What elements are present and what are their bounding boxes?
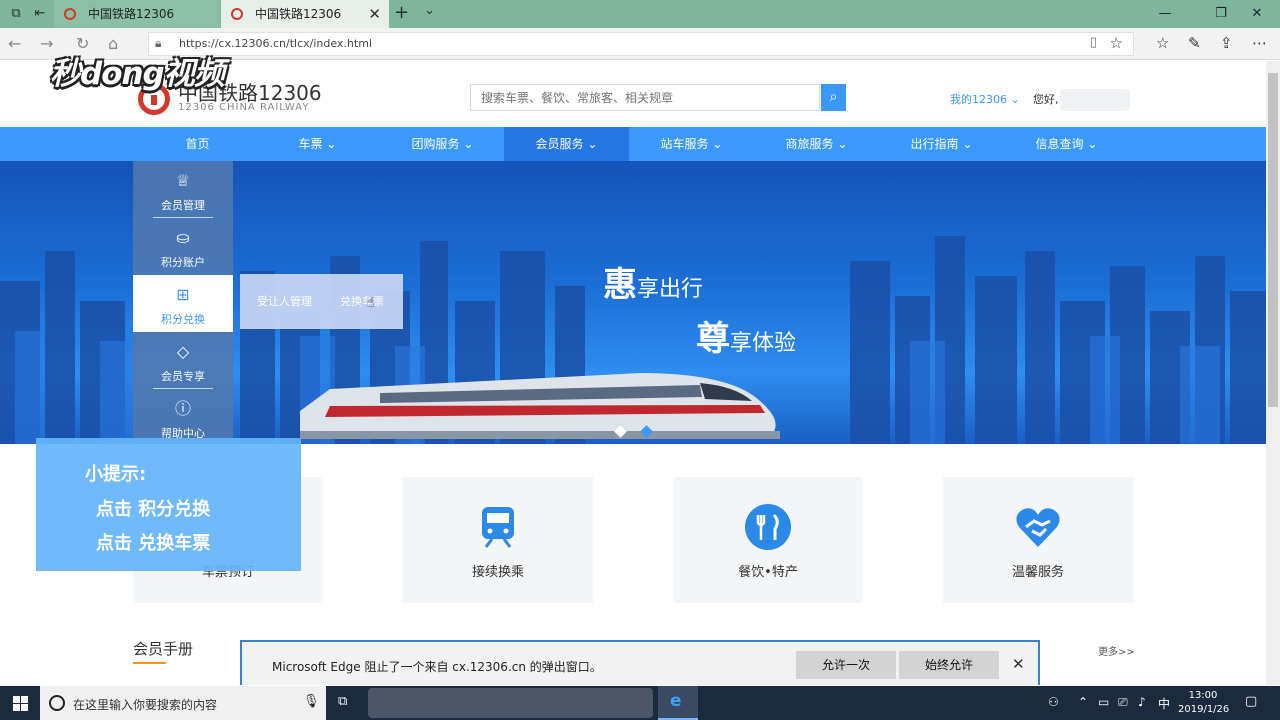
pen-icon[interactable]: ✎ (1188, 34, 1201, 52)
slogan-2: 尊享体验 (696, 319, 797, 359)
submenu-item-transferee-management[interactable]: 受让人管理 (257, 293, 312, 309)
nav-item-info-query[interactable]: 信息查询 ⌄ (1004, 127, 1129, 161)
points-account-icon: ⛀ (176, 228, 190, 247)
heart-handshake-icon (1016, 508, 1060, 547)
blurred-username (1060, 89, 1130, 111)
microphone-icon[interactable]: 🎙︎ (303, 694, 320, 709)
nav-item-station-services[interactable]: 站车服务 ⌄ (629, 127, 754, 161)
train-icon (482, 507, 514, 548)
popup-blocked-notification: Microsoft Edge 阻止了一个来自 cx.12306.cn 的弹出窗口… (240, 640, 1040, 685)
back-icon[interactable]: ← (8, 34, 21, 53)
allow-once-button[interactable]: 允许一次 (796, 651, 896, 679)
nav-item-group-buy[interactable]: 团购服务 ⌄ (380, 127, 505, 161)
tab-list-icon[interactable]: ⧉ (6, 4, 26, 24)
side-item-member-exclusive[interactable]: ◇ 会员专享 (133, 332, 233, 389)
12306-favicon-icon (64, 8, 76, 20)
watermark-logo: 秒dong视频 (50, 56, 225, 92)
member-side-menu: ♕ 会员管理 ⛀ 积分账户 ⊞ 积分兑换 ◇ 会员专享 ⓘ 帮助中心 (133, 161, 233, 443)
cortana-icon (49, 695, 65, 711)
search-icon: ⌕ (829, 89, 838, 105)
nav-item-home[interactable]: 首页 (135, 127, 260, 161)
search-button[interactable]: ⌕ (821, 84, 846, 111)
more-link[interactable]: 更多>> (1098, 643, 1135, 658)
gift-icon: ⊞ (176, 285, 190, 304)
section-underline (133, 662, 166, 664)
share-icon[interactable]: ⇪ (1220, 34, 1233, 52)
close-window-icon[interactable]: ✕ (1234, 0, 1280, 28)
task-view-icon[interactable]: ⧉ (338, 694, 347, 709)
show-hidden-icons-icon[interactable]: ⌃ (1078, 695, 1088, 709)
tab-title: 中国铁路12306 (255, 7, 342, 21)
clock-date: 2019/1/26 (1178, 704, 1230, 715)
submenu-item-exchange-ticket[interactable]: 兑换车票 (340, 293, 384, 309)
scrollbar-thumb[interactable] (1268, 73, 1278, 407)
tab-title: 中国铁路12306 (88, 7, 175, 21)
browser-tab-2[interactable]: 中国铁路12306 ✕ (221, 0, 389, 28)
popup-blocked-message: Microsoft Edge 阻止了一个来自 cx.12306.cn 的弹出窗口… (272, 660, 602, 674)
catering-icon (745, 504, 791, 550)
side-item-points-account[interactable]: ⛀ 积分账户 (133, 218, 233, 275)
windows-taskbar: 在这里输入你要搜索的内容 🎙︎ ⧉ e ⚇ ⌃ ▭ ⎚ ♪ 中 13:00 20… (0, 686, 1280, 720)
service-card-warm-service[interactable]: 温馨服务 (943, 477, 1133, 603)
url-field[interactable]: 🔒︎ https://cx.12306.cn/tlcx/index.html ▯… (148, 32, 1134, 56)
volume-icon[interactable]: ♪ (1138, 695, 1146, 709)
slogan-1: 惠享出行 (603, 265, 704, 305)
reading-view-icon[interactable]: ▯ (1090, 35, 1097, 50)
help-icon: ⓘ (174, 399, 191, 418)
browser-tab-1[interactable]: 中国铁路12306 (54, 0, 220, 28)
tip-line-1: 小提示: (85, 464, 147, 485)
browser-tab-bar: ⧉ ⇤ 中国铁路12306 中国铁路12306 ✕ + ⌄ — ❐ ✕ (0, 0, 1280, 28)
service-card-catering[interactable]: 餐饮•特产 (673, 477, 863, 603)
side-item-points-exchange[interactable]: ⊞ 积分兑换 (133, 275, 233, 332)
minimize-icon[interactable]: — (1142, 0, 1188, 28)
nav-item-business-travel[interactable]: 商旅服务 ⌄ (754, 127, 879, 161)
my12306-link[interactable]: 我的12306 ⌄ (950, 91, 1020, 107)
people-icon[interactable]: ⚇ (1048, 695, 1059, 709)
side-item-member-management[interactable]: ♕ 会员管理 (133, 161, 233, 218)
main-nav: 首页 车票 ⌄ 团购服务 ⌄ 会员服务 ⌄ 站车服务 ⌄ 商旅服务 ⌄ 出行指南… (0, 127, 1266, 161)
close-icon[interactable]: ✕ (1012, 655, 1025, 673)
nav-item-tickets[interactable]: 车票 ⌄ (255, 127, 380, 161)
diamond-icon: ◇ (176, 342, 190, 361)
notification-center-icon[interactable]: ▢ (1245, 694, 1257, 709)
close-tab-icon[interactable]: ✕ (368, 0, 381, 28)
new-tab-icon[interactable]: + (394, 2, 409, 23)
nav-item-member-services[interactable]: 会员服务 ⌄ (504, 127, 629, 161)
hand-cursor-icon: ☝ (366, 295, 375, 311)
page-content: 中国铁路12306 12306 CHINA RAILWAY ⌕ 我的12306 … (0, 61, 1266, 685)
clock[interactable]: 13:00 2019/1/26 (1178, 689, 1230, 717)
nav-item-travel-guide[interactable]: 出行指南 ⌄ (879, 127, 1004, 161)
favorites-hub-icon[interactable]: ☆ (1156, 34, 1169, 52)
tip-line-2: 点击 积分兑换 (96, 499, 211, 520)
edge-taskbar-icon[interactable]: e (658, 686, 698, 720)
battery-icon[interactable]: ▭ (1098, 695, 1109, 709)
logo-subtitle: 12306 CHINA RAILWAY (178, 102, 310, 113)
chevron-down-icon[interactable]: ⌄ (424, 3, 435, 18)
site-search[interactable] (470, 84, 820, 111)
favorite-star-icon[interactable]: ☆ (1110, 34, 1123, 52)
greeting-text: 您好, (1033, 93, 1059, 106)
points-exchange-submenu: 受让人管理 兑换车票 (240, 274, 403, 329)
taskbar-search[interactable]: 在这里输入你要搜索的内容 🎙︎ (40, 686, 326, 720)
always-allow-button[interactable]: 始终允许 (899, 651, 999, 679)
search-input[interactable] (471, 85, 811, 110)
network-icon[interactable]: ⎚ (1118, 695, 1128, 710)
section-title-member-handbook: 会员手册 (133, 640, 194, 658)
taskbar-search-placeholder: 在这里输入你要搜索的内容 (73, 698, 218, 712)
tip-overlay: 小提示: 点击 积分兑换 点击 兑换车票 (36, 438, 301, 571)
blurred-taskbar-apps (368, 688, 653, 718)
tip-line-3: 点击 兑换车票 (96, 533, 211, 554)
crown-icon: ♕ (175, 171, 191, 190)
set-aside-tabs-icon[interactable]: ⇤ (30, 4, 50, 24)
ime-indicator[interactable]: 中 (1158, 695, 1170, 712)
clock-time: 13:00 (1188, 690, 1218, 701)
more-icon[interactable]: ⋯ (1252, 34, 1267, 52)
12306-favicon-icon (231, 8, 243, 20)
windows-start-icon[interactable] (0, 686, 40, 720)
service-card-transfer[interactable]: 接续换乘 (403, 477, 593, 603)
